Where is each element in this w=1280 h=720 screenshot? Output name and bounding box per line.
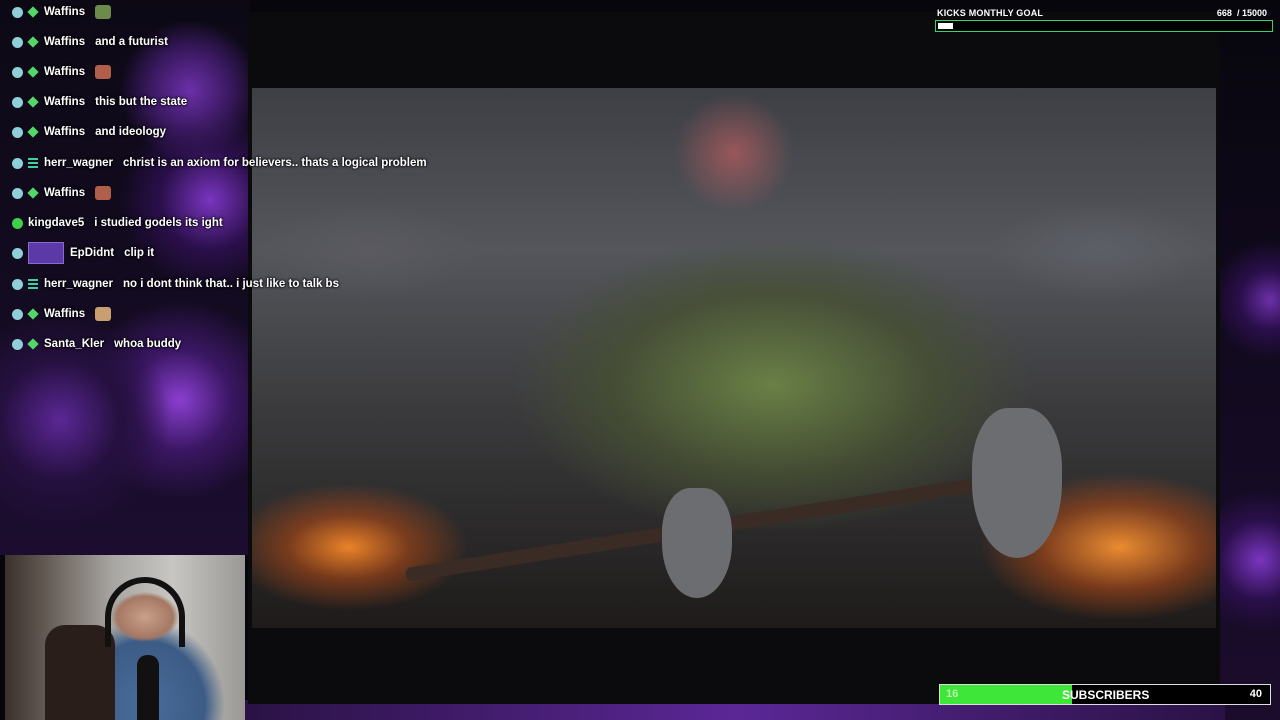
chat-text: and a futurist: [95, 36, 168, 48]
chat-username[interactable]: Waffins: [44, 66, 85, 78]
headphones: [105, 577, 185, 647]
kicks-goal-widget: KICKS MONTHLY GOAL 668 / 15000: [935, 6, 1275, 32]
face-emote-icon: [95, 65, 112, 79]
subscriber-badge-icon: [27, 338, 39, 350]
user-badge-icon: [12, 96, 23, 108]
chat-message: Waffins: [12, 62, 112, 82]
overlay-art-right: [1220, 0, 1280, 720]
turtle-emote-icon: [95, 5, 112, 19]
chat-message: Waffins and ideology: [12, 122, 166, 142]
microphone: [137, 655, 159, 720]
chat-message: EpDidnt clip it: [12, 242, 155, 264]
chat-message: Waffins and a futurist: [12, 32, 168, 52]
chat-message: Waffins: [12, 304, 112, 324]
chat-username[interactable]: Waffins: [44, 126, 85, 138]
kicks-goal-bar: [935, 20, 1273, 32]
chat-username[interactable]: herr_wagner: [44, 278, 113, 290]
kicks-goal-count: 668 / 15000: [1216, 8, 1267, 18]
moderator-badge-icon: [28, 158, 38, 168]
chat-message: Waffins: [12, 183, 112, 203]
user-badge-icon: [12, 278, 23, 290]
subscribers-goal-fill: [940, 685, 1072, 704]
chat-username[interactable]: kingdave5: [28, 217, 84, 229]
chat-username[interactable]: Waffins: [44, 96, 85, 108]
subscribers-target: 40: [1249, 688, 1262, 700]
subscribers-label: SUBSCRIBERS: [1062, 688, 1150, 702]
chat-username[interactable]: Waffins: [44, 6, 85, 18]
subscriber-badge-icon: [27, 308, 39, 320]
axe-head: [972, 408, 1062, 558]
subscribers-goal-widget: 16 SUBSCRIBERS 40: [939, 684, 1271, 705]
chat-username[interactable]: herr_wagner: [44, 157, 113, 169]
chat-text: and ideology: [95, 126, 167, 138]
chat-overlay: Waffins Waffins and a futurist Waffins Waffi…: [0, 0, 427, 360]
user-badge-icon: [12, 217, 23, 229]
kicks-goal-fill: [938, 23, 954, 29]
user-badge-icon: [12, 157, 23, 169]
chat-username[interactable]: Waffins: [44, 187, 85, 199]
user-badge-icon: [12, 247, 23, 259]
chat-username[interactable]: Santa_Kler: [44, 338, 104, 350]
subscriber-badge-icon: [27, 126, 39, 138]
chat-username[interactable]: Waffins: [44, 308, 85, 320]
user-badge-icon: [12, 187, 23, 199]
chat-message: kingdave5 i studied godels its ight: [12, 213, 223, 233]
chat-text: whoa buddy: [114, 338, 182, 350]
user-badge-icon: [12, 338, 23, 350]
moderator-badge-icon: [28, 279, 38, 289]
kicks-goal-label: KICKS MONTHLY GOAL: [937, 8, 1044, 18]
chat-message: Waffins: [12, 2, 112, 22]
user-badge-icon: [12, 126, 23, 138]
subscriber-badge-icon: [27, 66, 39, 78]
subscriber-badge-icon: [27, 187, 39, 199]
subscriber-badge-icon: [27, 6, 39, 18]
subscriber-badge-icon: [27, 36, 39, 48]
avatar: [28, 242, 64, 264]
chat-message: Santa_Kler whoa buddy: [12, 334, 181, 354]
chat-text: this but the state: [95, 96, 188, 108]
chat-text: christ is an axiom for believers.. thats…: [123, 157, 427, 169]
chat-message: Waffins this but the state: [12, 92, 187, 112]
user-badge-icon: [12, 36, 23, 48]
chat-username[interactable]: EpDidnt: [70, 247, 114, 259]
user-badge-icon: [12, 308, 23, 320]
face-emote-icon: [95, 186, 112, 200]
webcam-feed: [5, 555, 245, 720]
chat-username[interactable]: Waffins: [44, 36, 85, 48]
chat-message: herr_wagner christ is an axiom for believ…: [12, 153, 427, 173]
user-badge-icon: [12, 66, 23, 78]
user-badge-icon: [12, 6, 23, 18]
axe-blade: [662, 488, 732, 598]
chat-message: herr_wagner no i dont think that.. i just…: [12, 274, 339, 294]
chat-text: no i dont think that.. i just like to ta…: [123, 278, 339, 290]
chat-text: clip it: [124, 247, 155, 259]
hand-emote-icon: [95, 307, 112, 321]
chat-text: i studied godels its ight: [94, 217, 223, 229]
subscribers-current: 16: [946, 688, 959, 700]
subscriber-badge-icon: [27, 96, 39, 108]
